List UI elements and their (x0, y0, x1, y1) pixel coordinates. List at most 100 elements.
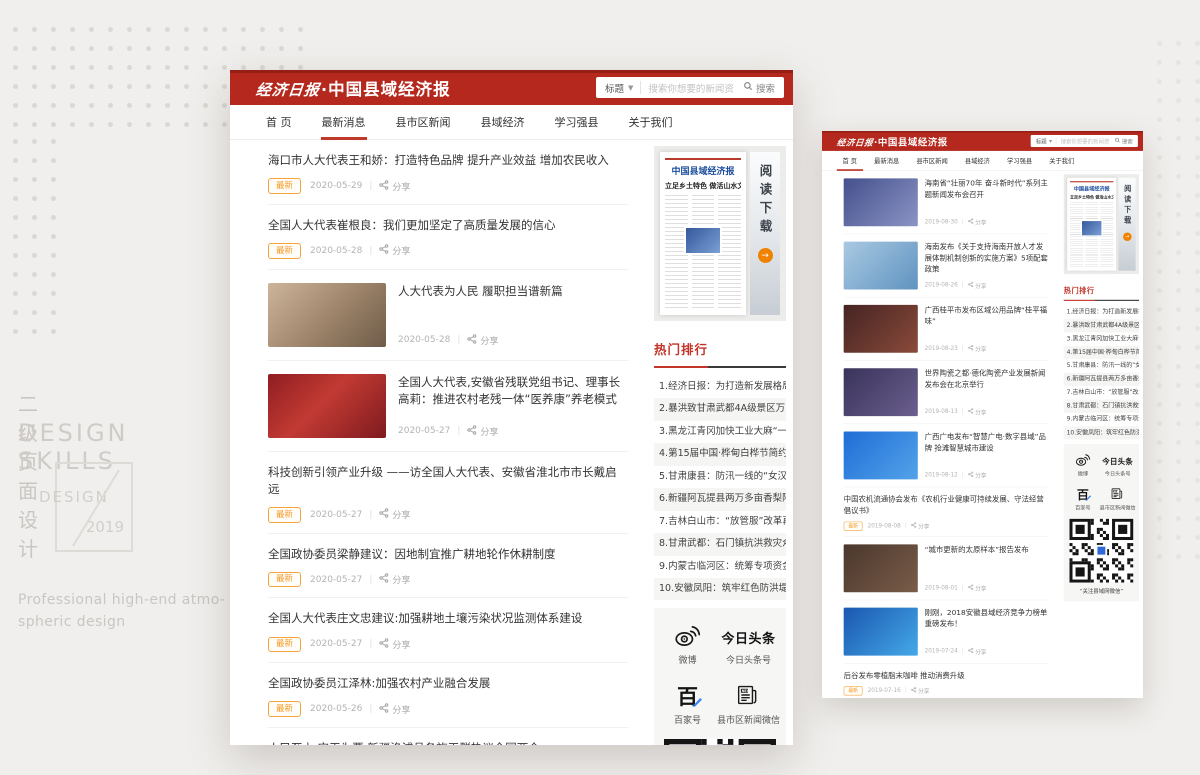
news-list-item[interactable]: 海南省“壮丽70年 奋斗新时代”系列主题新闻发布会召开2019-08-30|分享 (844, 171, 1049, 234)
share-button[interactable]: 分享 (379, 244, 410, 257)
share-button[interactable]: 分享 (968, 583, 987, 592)
news-list-item[interactable]: 全国政协委员江泽林:加强农村产业融合发展最新2020-05-26|分享 (268, 663, 628, 728)
share-button[interactable]: 分享 (968, 344, 987, 353)
news-list-item[interactable]: 科技创新引领产业升级 ——访全国人大代表、安徽省淮北市市长戴启远最新2020-0… (268, 452, 628, 534)
share-button[interactable]: 分享 (968, 647, 987, 656)
site-logo[interactable]: 经济日报 · 中国县域经济报 (256, 76, 451, 100)
rank-item[interactable]: 4.第15届中国·桦甸白桦节简约启幕 (654, 443, 786, 465)
news-list-item[interactable]: 广西桂平市发布区域公用品牌“桂平福味”2019-08-23|分享 (844, 297, 1049, 360)
search-category-dropdown[interactable]: 标题 ▼ (596, 81, 640, 95)
news-list-item[interactable]: 全国人大代表庄文忠建议:加强耕地土壤污染状况监测体系建设最新2020-05-27… (268, 598, 628, 663)
share-button[interactable]: 分享 (467, 334, 498, 347)
share-button[interactable]: 分享 (968, 281, 987, 290)
search-input[interactable]: 搜索你想要的新闻资讯 (1057, 137, 1110, 145)
rank-item[interactable]: 9.内蒙古临河区：统筹专项资金推动... (654, 556, 786, 578)
rank-item[interactable]: 3.黑龙江青冈加快工业大麻“一县一业... (654, 421, 786, 443)
rank-item[interactable]: 3.黑龙江青冈加快工业大麻“一县一业... (1064, 332, 1139, 345)
rank-item[interactable]: 1.经济日报：为打造新发展格局先行... (654, 376, 786, 398)
channel-wechat-news[interactable]: NEW县市区新闻微信 (717, 681, 780, 726)
rank-item[interactable]: 2.暴洪致甘肃武都4A级景区万象洞经... (1064, 319, 1139, 332)
share-button[interactable]: 分享 (968, 408, 987, 417)
nav-item-5[interactable]: 学习强县 (555, 105, 599, 139)
rank-item[interactable]: 8.甘肃武都：石门镇抗洪救灾众志成... (654, 533, 786, 555)
share-label: 分享 (392, 638, 410, 651)
channel-toutiao[interactable]: 今日头条今日头条号 (1100, 452, 1136, 478)
share-button[interactable]: 分享 (379, 180, 410, 193)
rank-item[interactable]: 7.吉林白山市：“放管服”改革再发力 ... (654, 511, 786, 533)
nav-item-1[interactable]: 首 页 (843, 151, 858, 170)
news-list-item[interactable]: 人大代表为人民 履职担当谱新篇2020-05-28|分享 (268, 270, 628, 361)
new-badge: 最新 (268, 178, 301, 194)
share-button[interactable]: 分享 (467, 425, 498, 438)
news-list-item[interactable]: 中国农机流通协会发布《农机行业健康可持续发展、守法经营倡议书》最新2019-08… (844, 487, 1049, 536)
download-button[interactable]: → (758, 248, 773, 263)
search-button[interactable]: 搜索 (1109, 135, 1138, 147)
channel-toutiao[interactable]: 今日头条今日头条号 (717, 621, 780, 666)
search-button[interactable]: 搜索 (734, 77, 784, 98)
news-list-item[interactable]: 世界陶瓷之都·德化陶瓷产业发展新闻发布会在北京举行2019-08-13|分享 (844, 361, 1049, 424)
news-list-item[interactable]: 后谷发布零植脂末咖啡 推动消费升级最新2019-07-16|分享 (844, 663, 1049, 698)
nav-item-3[interactable]: 县市区新闻 (396, 105, 451, 139)
search-input[interactable]: 搜索你想要的新闻资讯 (641, 81, 734, 95)
channel-weibo[interactable]: 微博 (1067, 452, 1098, 478)
channel-baijiahao[interactable]: 百百家号 (660, 681, 715, 726)
mini-preview-panel: 经济日报 · 中国县域经济报 标题 ▼ 搜索你想要的新闻资讯 搜索 首 页 最新消… (822, 131, 1143, 698)
rank-item[interactable]: 5.甘肃康县：防汛一线的“女汉子” (1064, 359, 1139, 372)
news-list-item[interactable]: 刚刚，2018安徽县域经济竞争力榜单重磅发布！ 2019-07-24|分享 (844, 600, 1049, 663)
search-category-dropdown[interactable]: 标题 ▼ (1031, 137, 1056, 145)
read-download-label: 阅读下载 (1122, 185, 1133, 227)
channel-label: 今日头条号 (726, 653, 771, 666)
share-button[interactable]: 分享 (968, 218, 987, 227)
rank-item[interactable]: 5.甘肃康县：防汛一线的“女汉子” (654, 466, 786, 488)
share-button[interactable]: 分享 (379, 573, 410, 586)
share-button[interactable]: 分享 (379, 703, 410, 716)
share-button[interactable]: 分享 (968, 471, 987, 480)
nav-item-6[interactable]: 关于我们 (1049, 151, 1074, 170)
rank-item[interactable]: 7.吉林白山市：“放管服”改革再发力 ... (1064, 386, 1139, 399)
site-logo[interactable]: 经济日报 · 中国县域经济报 (837, 134, 948, 148)
news-date: 2019-08-23 (925, 345, 958, 351)
channel-weibo[interactable]: 微博 (660, 621, 715, 666)
decor-subtitle: Professional high-end atmo- spheric desi… (18, 590, 228, 633)
news-list-item[interactable]: 广西广电发布“智慧广电·数字县域”品牌 抢滩智慧城市建设2019-08-12|分… (844, 424, 1049, 487)
rank-item[interactable]: 4.第15届中国·桦甸白桦节简约启幕 (1064, 346, 1139, 359)
news-title: 刚刚，2018安徽县域经济竞争力榜单重磅发布！ (925, 607, 1049, 629)
newspaper-widget[interactable]: 中国县域经济报 立足乡土特色 做活山水文章 阅读下载 → (1064, 174, 1139, 274)
rank-item[interactable]: 6.新疆阿瓦提县两万多亩香梨陆续进... (654, 488, 786, 510)
news-title: 中国农机流通协会发布《农机行业健康可持续发展、守法经营倡议书》 (844, 494, 1049, 516)
channel-label: 百家号 (1075, 504, 1090, 511)
weibo-icon (1075, 452, 1090, 467)
nav-item-2[interactable]: 最新消息 (322, 105, 366, 139)
nav-item-3[interactable]: 县市区新闻 (916, 151, 947, 170)
nav-item-6[interactable]: 关于我们 (629, 105, 673, 139)
share-button[interactable]: 分享 (911, 687, 930, 696)
rank-item[interactable]: 10.安徽凤阳：筑牢红色防洪堤 (1064, 426, 1139, 439)
nav-item-5[interactable]: 学习强县 (1007, 151, 1032, 170)
nav-item-2[interactable]: 最新消息 (874, 151, 899, 170)
news-meta: 2019-07-24|分享 (925, 647, 1049, 656)
news-list-item[interactable]: 人民至上 实干为要 新疆洛浦县各族干群热议全国两会最新2020-05-26|分享 (268, 728, 628, 745)
share-button[interactable]: 分享 (911, 522, 930, 531)
rank-item[interactable]: 10.安徽凤阳：筑牢红色防洪堤 (654, 578, 786, 600)
rank-item[interactable]: 1.经济日报：为打造新发展格局先行... (1064, 305, 1139, 318)
nav-item-1[interactable]: 首 页 (266, 105, 292, 139)
rank-item[interactable]: 8.甘肃武都：石门镇抗洪救灾众志成... (1064, 399, 1139, 412)
share-button[interactable]: 分享 (379, 638, 410, 651)
channel-baijiahao[interactable]: 百百家号 (1067, 486, 1098, 512)
news-list-item[interactable]: 海南发布《关于支持海南开放人才发展体制机制创新的实施方案》5项配套政策2019-… (844, 234, 1049, 297)
newspaper-widget[interactable]: 中国县域经济报 立足乡土特色 做活山水文章 阅读下载 → (654, 146, 786, 321)
rank-item[interactable]: 2.暴洪致甘肃武都4A级景区万象洞经... (654, 398, 786, 420)
download-button[interactable]: → (1123, 232, 1132, 241)
news-list-item[interactable]: “城市更新的太原样本”报告发布2019-08-01|分享 (844, 537, 1049, 600)
rank-item[interactable]: 9.内蒙古临河区：统筹专项资金推动... (1064, 413, 1139, 426)
news-list-item[interactable]: 海口市人大代表王和娇：打造特色品牌 提升产业效益 增加农民收入最新2020-05… (268, 140, 628, 205)
share-button[interactable]: 分享 (379, 508, 410, 521)
nav-item-4[interactable]: 县域经济 (481, 105, 525, 139)
news-list-item[interactable]: 全国人大代表崔根良：我们更加坚定了高质量发展的信心最新2020-05-28|分享 (268, 205, 628, 270)
news-list-item[interactable]: 全国人大代表,安徽省残联党组书记、理事长高莉：推进农村老残一体“医养康”养老模式… (268, 361, 628, 452)
share-icon (968, 408, 974, 415)
nav-item-4[interactable]: 县域经济 (965, 151, 990, 170)
channel-wechat-news[interactable]: NEW县市区新闻微信 (1100, 486, 1136, 512)
news-list-item[interactable]: 全国政协委员梁静建议：因地制宜推广耕地轮作休耕制度最新2020-05-27|分享 (268, 534, 628, 599)
rank-item[interactable]: 6.新疆阿瓦提县两万多亩香梨陆续进... (1064, 373, 1139, 386)
